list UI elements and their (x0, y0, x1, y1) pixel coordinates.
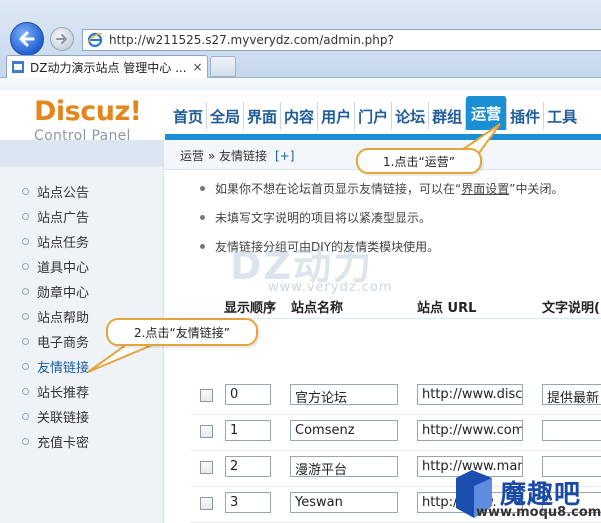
desc-input[interactable]: 提供最新 (542, 384, 601, 405)
sidebar-item-medals[interactable]: 勋章中心 (22, 281, 89, 301)
table-row: 0 官方论坛 http://www.disc 提供最新 (190, 379, 601, 415)
sidebar-item-ecommerce[interactable]: 电子商务 (22, 331, 89, 351)
bullet-icon (22, 287, 29, 295)
order-input[interactable]: 1 (225, 420, 271, 441)
table-row: 1 Comsenz http://www.com (190, 415, 601, 451)
bullet-icon (22, 212, 29, 220)
breadcrumb-path: 运营 » 友情链接 (180, 149, 267, 163)
tip-1: 如果你不想在论坛首页显示友情链接，可以在“ 界面设置 ”中关闭。 (200, 180, 563, 197)
nav-plugin[interactable]: 插件 (507, 102, 545, 130)
ie-icon (87, 32, 103, 48)
nav-tools[interactable]: 工具 (544, 102, 580, 130)
bullet-icon (22, 362, 29, 370)
discuz-favicon (12, 61, 24, 73)
bullet-icon (22, 337, 29, 345)
col-url: 站点 URL (417, 301, 477, 316)
bullet-icon (22, 437, 29, 445)
top-nav: 首页 全局 界面 内容 用户 门户 论坛 群组 运营 插件 工具 (170, 96, 580, 130)
order-input[interactable]: 2 (225, 456, 271, 477)
name-input[interactable]: Comsenz (290, 420, 398, 441)
sidebar-item-ads[interactable]: 站点广告 (22, 206, 89, 226)
name-input[interactable]: 官方论坛 (290, 384, 398, 405)
row-checkbox[interactable] (200, 461, 213, 474)
nav-home[interactable]: 首页 (170, 102, 208, 130)
sidebar-item-announce[interactable]: 站点公告 (22, 181, 89, 201)
tab-title: DZ动力演示站点 管理中心 ... (30, 60, 187, 75)
forward-button[interactable] (50, 27, 74, 51)
sidebar-item-friendlinks[interactable]: 友情链接 (22, 356, 89, 376)
col-desc: 文字说明( (542, 301, 600, 316)
url-input[interactable]: http://www.com (417, 420, 523, 441)
browser-tab[interactable]: DZ动力演示站点 管理中心 ... × (6, 55, 208, 78)
order-input[interactable]: 3 (225, 492, 271, 513)
nav-group[interactable]: 群组 (429, 102, 467, 130)
name-input[interactable]: 漫游平台 (290, 456, 398, 477)
name-input[interactable]: Yeswan (290, 492, 398, 513)
col-name: 站点名称 (291, 301, 344, 316)
sidebar-item-recommend[interactable]: 站长推荐 (22, 381, 89, 401)
sidebar-item-magic[interactable]: 道具中心 (22, 256, 89, 276)
style-settings-link[interactable]: 界面设置 (461, 180, 509, 197)
discuz-logo[interactable]: Discuz! Control Panel (34, 98, 142, 145)
sidebar-item-tasks[interactable]: 站点任务 (22, 231, 89, 251)
breadcrumb: 运营 » 友情链接 [+] (180, 147, 294, 164)
nav-content[interactable]: 内容 (281, 102, 319, 130)
header-strip (0, 78, 601, 90)
col-order: 显示顺序 (224, 301, 277, 316)
arrow-left-icon (19, 31, 35, 47)
arrow-right-icon (56, 34, 67, 44)
bullet-icon (200, 215, 205, 220)
callout-2: 2.点击“友情链接” (106, 318, 258, 346)
sidebar-item-related-links[interactable]: 关联链接 (22, 406, 89, 426)
nav-operation[interactable]: 运营 (466, 96, 508, 130)
desc-input[interactable] (542, 420, 601, 441)
sidebar-top (0, 140, 164, 167)
add-shortcut-link[interactable]: [+] (275, 149, 294, 163)
callout-1: 1.点击“运营” (356, 148, 482, 174)
nav-style[interactable]: 界面 (244, 102, 282, 130)
new-tab-button[interactable] (210, 56, 236, 77)
back-button[interactable] (10, 22, 44, 56)
bullet-icon (22, 187, 29, 195)
bullet-icon (22, 312, 29, 320)
bullet-icon (200, 244, 205, 249)
corner-url: www.moqu8.com (476, 505, 601, 520)
logo-main-text: Discuz! (34, 96, 142, 127)
bullet-icon (22, 387, 29, 395)
sidebar-item-cards[interactable]: 充值卡密 (22, 431, 89, 451)
row-checkbox[interactable] (200, 389, 213, 402)
close-icon[interactable]: × (193, 60, 203, 74)
row-checkbox[interactable] (200, 497, 213, 510)
nav-portal[interactable]: 门户 (355, 102, 393, 130)
order-input[interactable]: 0 (225, 384, 271, 405)
bullet-icon (22, 262, 29, 270)
nav-forum[interactable]: 论坛 (392, 102, 430, 130)
sidebar-item-help[interactable]: 站点帮助 (22, 306, 89, 326)
watermark-url: www.verydz.com (268, 280, 393, 295)
nav-user[interactable]: 用户 (318, 102, 356, 130)
bullet-icon (22, 412, 29, 420)
bullet-icon (22, 237, 29, 245)
address-bar[interactable]: http://w211525.s27.myverydz.com/admin.ph… (82, 29, 601, 51)
row-checkbox[interactable] (200, 425, 213, 438)
url-input[interactable]: http://www.disc (417, 384, 523, 405)
nav-global[interactable]: 全局 (207, 102, 245, 130)
address-text: http://w211525.s27.myverydz.com/admin.ph… (109, 33, 394, 47)
bullet-icon (200, 186, 205, 191)
tip-2: 未填写文字说明的项目将以紧凑型显示。 (200, 209, 431, 226)
